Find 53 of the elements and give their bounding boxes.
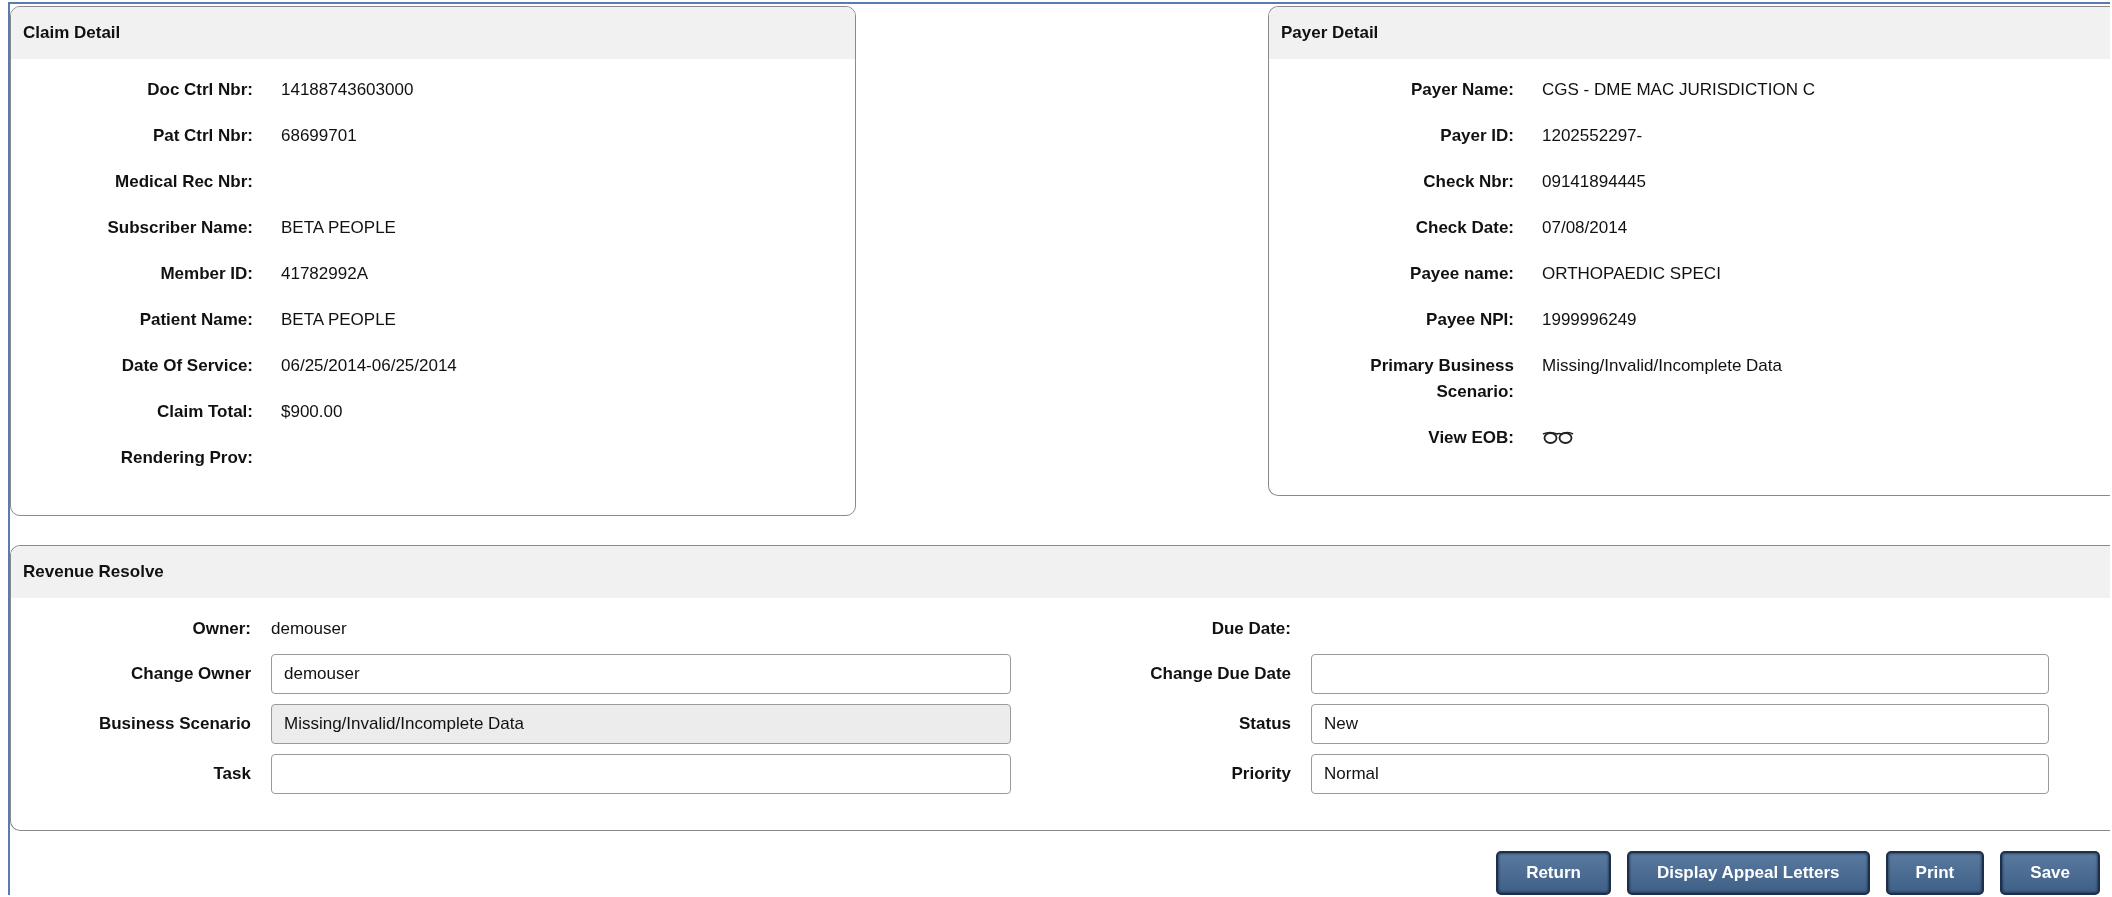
field-value: BETA PEOPLE (281, 309, 397, 331)
input-field[interactable] (271, 754, 1011, 795)
field-label: Date Of Service: (120, 355, 253, 377)
input-field[interactable] (1311, 654, 2049, 695)
input-field[interactable]: demouser (271, 654, 1011, 695)
field-value: ORTHOPAEDIC SPECI (1542, 263, 1722, 285)
field-label: Rendering Prov: (119, 447, 253, 469)
field-value: $900.00 (281, 401, 344, 423)
input-field[interactable]: Normal (1311, 754, 2049, 795)
field-value: 09141894445 (1542, 171, 1647, 193)
field-label: Payer ID: (1439, 125, 1514, 147)
field-label: Subscriber Name: (106, 217, 253, 239)
action-button[interactable]: Return (1496, 851, 1611, 895)
field-label: Pat Ctrl Nbr: (151, 125, 253, 147)
field-label: Check Nbr: (1422, 171, 1514, 193)
field-label: Priority (1230, 764, 1291, 785)
field-label: Payee name: (1409, 263, 1514, 285)
field-label: Change Owner (130, 664, 251, 685)
field-value: 68699701 (281, 125, 358, 147)
field-label: Status (1238, 714, 1291, 735)
field-value: 1202552297- (1542, 125, 1644, 147)
field-label: Medical Rec Nbr: (114, 171, 253, 193)
field-label: Member ID: (159, 263, 253, 285)
action-button[interactable]: Display Appeal Letters (1626, 851, 1870, 895)
panel-title: Claim Detail (23, 23, 121, 43)
input-field[interactable]: New (1311, 704, 2049, 745)
field-label: Patient Name: (138, 309, 253, 331)
panel-title: Payer Detail (1281, 23, 1379, 43)
field-value: 06/25/2014-06/25/2014 (281, 355, 458, 377)
field-value: Missing/Invalid/Incomplete Data (1542, 355, 1783, 377)
field-label: Doc Ctrl Nbr: (146, 79, 253, 101)
action-button[interactable]: Save (2000, 851, 2100, 895)
field-value: 14188743603000 (281, 79, 415, 101)
action-button[interactable]: Print (1885, 851, 1985, 895)
field-label: Task (212, 764, 251, 785)
field-label: Owner: (191, 619, 251, 640)
field-value: demouser (271, 618, 348, 641)
field-label: View EOB: (1427, 427, 1514, 449)
field-value: CGS - DME MAC JURISDICTION C (1542, 79, 1816, 101)
field-value: 41782992A (281, 263, 369, 285)
glasses-icon[interactable] (1542, 430, 1574, 446)
field-label: Payee NPI: (1425, 309, 1514, 331)
field-label: Change Due Date (1149, 664, 1291, 685)
field-label: Business Scenario (97, 714, 251, 735)
field-value: BETA PEOPLE (281, 217, 397, 239)
field-value: 07/08/2014 (1542, 217, 1629, 239)
panel-title: Revenue Resolve (23, 562, 164, 583)
field-label: Due Date: (1210, 619, 1291, 640)
field-label: Claim Total: (155, 401, 253, 423)
field-value: 1999996249 (1542, 309, 1638, 331)
field-label: Primary Business Scenario: (1369, 355, 1514, 403)
field-label: Payer Name: (1410, 79, 1514, 101)
field-label: Check Date: (1414, 217, 1514, 239)
